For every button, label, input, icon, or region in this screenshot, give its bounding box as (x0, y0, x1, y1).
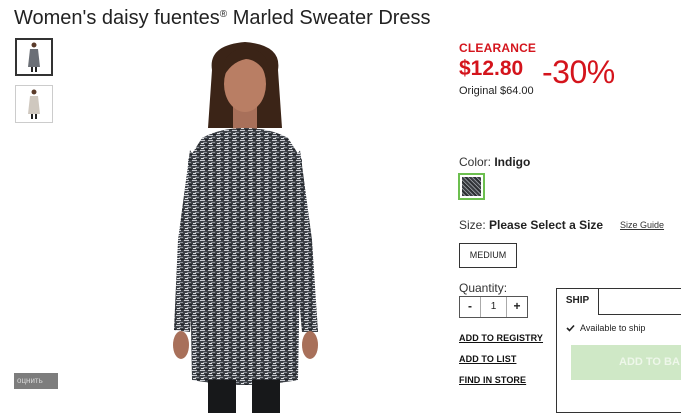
product-title: Women's daisy fuentes® Marled Sweater Dr… (14, 7, 431, 30)
color-swatch-indigo[interactable] (458, 173, 485, 200)
quantity-stepper: - 1 + (459, 296, 528, 318)
tab-ship[interactable]: SHIP (557, 289, 599, 315)
swatch-texture (462, 177, 481, 196)
quantity-label: Quantity: (459, 281, 508, 295)
availability-text: Available to ship (580, 323, 646, 333)
quantity-decrease-button[interactable]: - (460, 297, 480, 317)
rate-tag[interactable]: оцнить (14, 373, 58, 389)
size-label: Size: Please Select a Size (459, 218, 603, 232)
discount-percent: -30% (542, 54, 615, 90)
dress-thumbnail-icon (28, 42, 40, 72)
color-label: Color: Indigo (459, 155, 530, 169)
sale-price: $12.80 (459, 57, 524, 80)
product-main-image (160, 40, 340, 413)
add-to-registry-link[interactable]: ADD TO REGISTRY (459, 333, 543, 343)
quantity-input[interactable]: 1 (480, 297, 507, 317)
size-option-medium[interactable]: MEDIUM (459, 243, 517, 268)
quantity-increase-button[interactable]: + (507, 297, 527, 317)
size-prompt: Please Select a Size (489, 218, 604, 232)
dress-thumbnail-icon (28, 89, 40, 119)
add-to-list-link[interactable]: ADD TO LIST (459, 354, 516, 364)
registered-mark: ® (219, 9, 228, 20)
color-value: Indigo (494, 155, 531, 169)
add-to-bag-button[interactable]: ADD TO BA (571, 345, 681, 380)
original-price: Original $64.00 (459, 85, 534, 97)
clearance-label: CLEARANCE (459, 41, 537, 55)
availability-status: Available to ship (566, 323, 645, 333)
tab-divider (599, 314, 681, 315)
thumbnail-dark-dress[interactable] (15, 38, 53, 76)
title-main: Women's daisy fuentes (14, 7, 220, 29)
thumbnail-light-dress[interactable] (15, 85, 53, 123)
checkmark-icon (566, 324, 575, 332)
title-rest: Marled Sweater Dress (227, 7, 431, 29)
color-label-prefix: Color: (459, 155, 495, 169)
size-guide-link[interactable]: Size Guide (620, 220, 664, 230)
size-label-prefix: Size: (459, 218, 490, 232)
find-in-store-link[interactable]: FIND IN STORE (459, 375, 526, 385)
ship-panel: SHIP Available to ship ADD TO BA (556, 288, 681, 413)
